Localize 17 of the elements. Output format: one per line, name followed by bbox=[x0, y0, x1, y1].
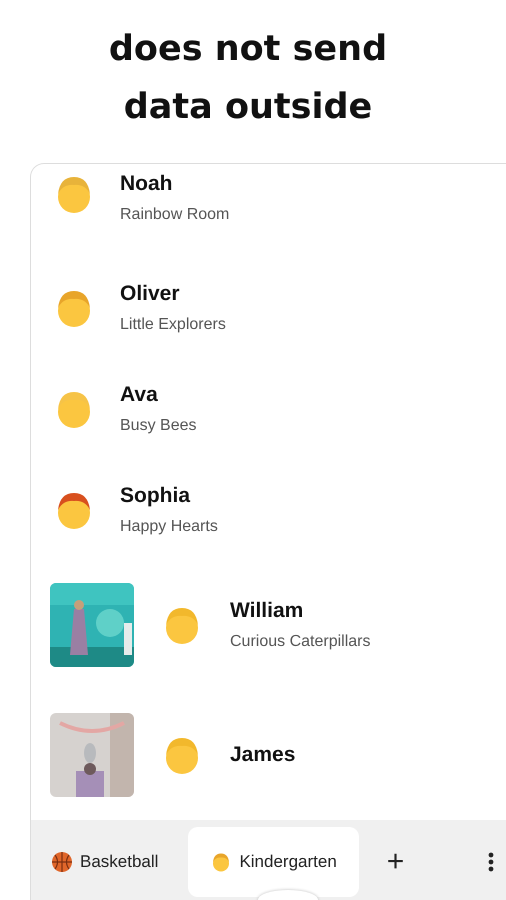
tab[interactable]: Kindergarten bbox=[188, 827, 359, 897]
headline: does not send data outside bbox=[108, 28, 388, 129]
group-name: Busy Bees bbox=[120, 416, 196, 434]
basketball-icon bbox=[51, 851, 73, 873]
person-name: Oliver bbox=[120, 282, 181, 306]
person-name: Ava bbox=[120, 382, 159, 406]
person-name: James bbox=[230, 743, 296, 767]
add-button[interactable]: + bbox=[376, 845, 414, 879]
more-icon[interactable] bbox=[488, 852, 494, 872]
tab[interactable]: Basketball bbox=[51, 827, 180, 897]
group-name: Little Explorers bbox=[120, 316, 226, 334]
group-name: Rainbow Room bbox=[120, 206, 230, 224]
person-name: Noah bbox=[120, 172, 174, 196]
group-name: Happy Hearts bbox=[120, 518, 218, 536]
person-name: Sophia bbox=[120, 484, 192, 508]
person-name: William bbox=[230, 599, 304, 623]
group-name: Curious Caterpillars bbox=[230, 633, 370, 651]
